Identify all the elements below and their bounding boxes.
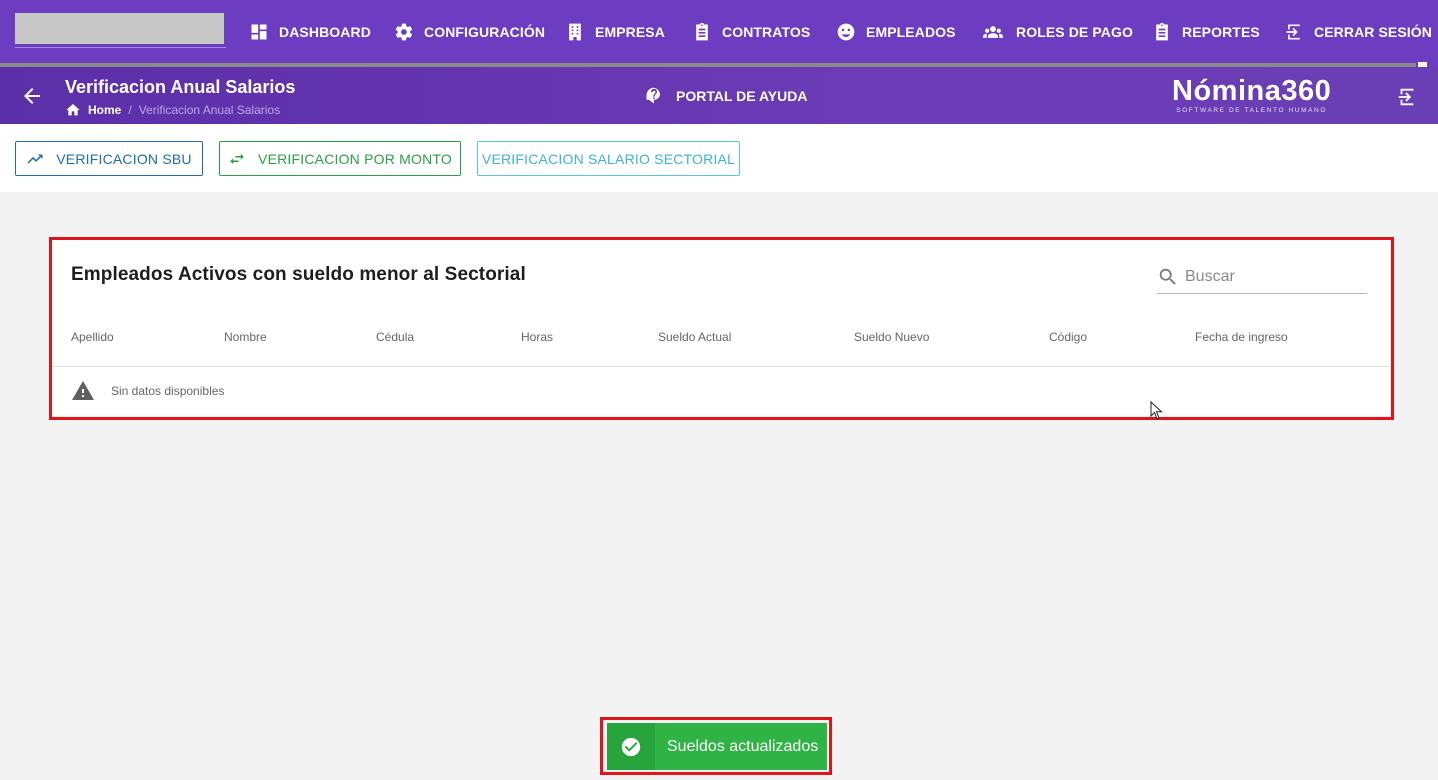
arrow-left-icon: [24, 88, 40, 104]
nav-item-dashboard[interactable]: DASHBOARD: [249, 0, 371, 64]
nav-item-label: EMPLEADOS: [866, 24, 956, 40]
logo-underline: [15, 47, 226, 48]
back-button[interactable]: [20, 84, 44, 108]
breadcrumb-home[interactable]: Home: [88, 103, 121, 117]
nav-item-label: CONFIGURACIÓN: [424, 24, 546, 40]
verificacion-monto-button[interactable]: VERIFICACION POR MONTO: [219, 141, 461, 176]
nav-item-roles-de-pago[interactable]: ROLES DE PAGO: [980, 0, 1133, 64]
help-portal-label: PORTAL DE AYUDA: [676, 88, 808, 104]
page-title: Verificacion Anual Salarios: [65, 77, 296, 97]
nav-item-configuracion[interactable]: CONFIGURACIÓN: [394, 0, 545, 64]
tab-label: VERIFICACION SBU: [56, 150, 192, 167]
nav-item-cerrar-sesion[interactable]: CERRAR SESIÓN: [1284, 0, 1432, 64]
verificacion-sbu-button[interactable]: VERIFICACION SBU: [15, 141, 203, 176]
swap-arrows-icon: [230, 153, 244, 164]
verificacion-sectorial-button[interactable]: VERIFICACION SALARIO SECTORIAL: [477, 141, 740, 176]
verification-tabbar: VERIFICACION SBU VERIFICACION POR MONTO …: [0, 124, 1438, 192]
logout-icon: [1286, 24, 1300, 40]
nav-item-label: DASHBOARD: [279, 24, 371, 40]
toast-highlight-box: [600, 717, 832, 775]
nav-item-label: CERRAR SESIÓN: [1314, 24, 1432, 40]
brand-tagline: SOFTWARE DE TALENTO HUMANO: [1176, 107, 1328, 114]
home-icon: [66, 104, 80, 116]
face-icon: [837, 23, 855, 41]
breadcrumb-current: Verificacion Anual Salarios: [138, 103, 281, 117]
help-portal-link[interactable]: PORTAL DE AYUDA: [645, 87, 807, 105]
top-navbar: DASHBOARD CONFIGURACIÓN EMPRESA CONTRATO…: [0, 0, 1438, 64]
nav-item-label: REPORTES: [1182, 24, 1260, 40]
nav-item-label: ROLES DE PAGO: [1016, 24, 1133, 40]
gear-icon: [395, 23, 413, 41]
breadcrumb-separator: /: [128, 103, 132, 117]
nav-item-empleados[interactable]: EMPLEADOS: [836, 0, 956, 64]
logout-icon: [1398, 88, 1414, 106]
users-icon: [983, 26, 1003, 38]
brand-name: Nómina360: [1172, 75, 1332, 107]
trending-up-icon: [27, 154, 43, 163]
company-logo-placeholder: [15, 13, 224, 44]
table-highlight-box: [49, 237, 1394, 420]
tab-label: VERIFICACION POR MONTO: [258, 150, 452, 167]
tab-label: VERIFICACION SALARIO SECTORIAL: [481, 150, 736, 167]
clipboard-icon: [1156, 22, 1168, 41]
nav-item-empresa[interactable]: EMPRESA: [565, 0, 665, 64]
brand-logo: Nómina360 SOFTWARE DE TALENTO HUMANO: [1172, 75, 1332, 115]
nav-item-reportes[interactable]: REPORTES: [1152, 0, 1260, 64]
clipboard-icon: [696, 22, 708, 41]
logout-button[interactable]: [1396, 86, 1418, 108]
help-icon: [646, 87, 660, 104]
nav-item-label: EMPRESA: [595, 24, 665, 40]
nav-item-label: CONTRATOS: [722, 24, 811, 40]
page-header: Verificacion Anual Salarios Home / Verif…: [0, 67, 1438, 124]
breadcrumb: Home / Verificacion Anual Salarios: [65, 102, 280, 118]
building-icon: [569, 23, 581, 41]
dashboard-icon: [251, 24, 267, 40]
mouse-cursor-icon: [1150, 401, 1163, 420]
nav-item-contratos[interactable]: CONTRATOS: [692, 0, 810, 64]
